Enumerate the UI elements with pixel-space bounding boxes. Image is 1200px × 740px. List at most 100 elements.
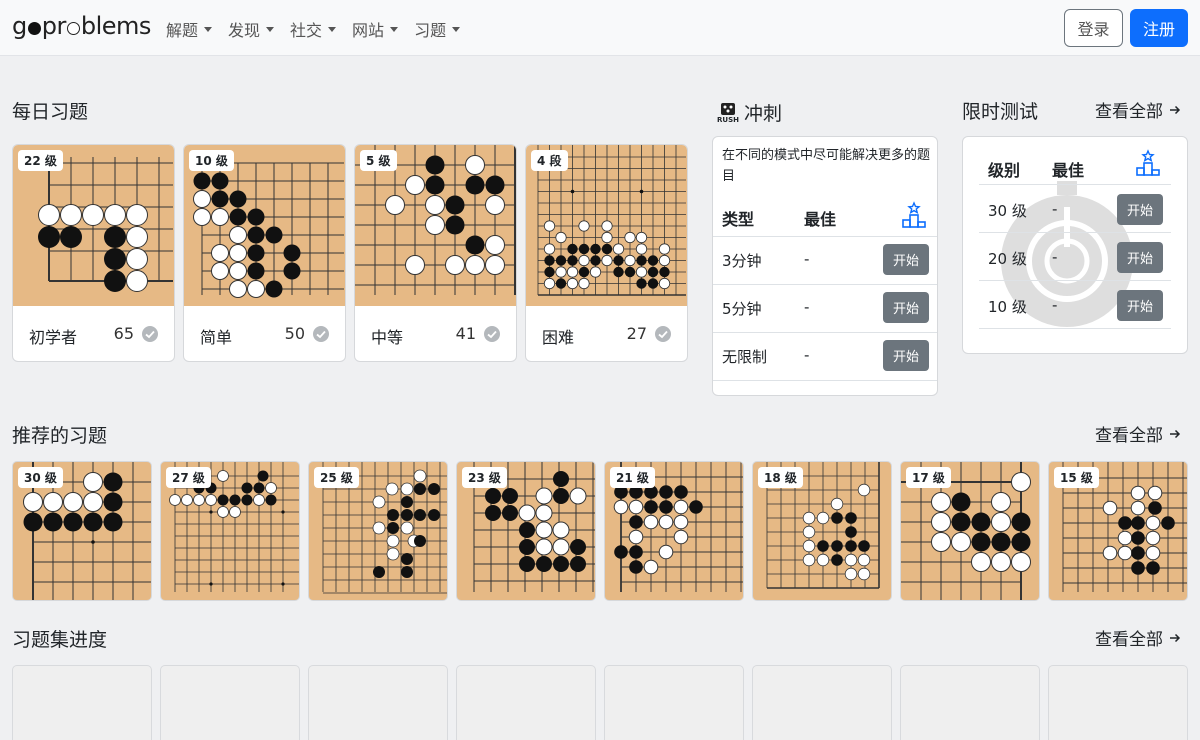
rush-type: 无限制	[722, 348, 768, 366]
rush-row: 3分钟 - 开始	[713, 237, 937, 285]
timed-table-header: 级别 最佳	[979, 149, 1171, 185]
arrow-right-icon	[1170, 429, 1181, 438]
recommended-problem-card[interactable]: 17 级	[900, 461, 1040, 601]
card-footer: 简单 50	[184, 306, 345, 361]
rush-start-button[interactable]: 开始	[883, 244, 929, 275]
view-all-label: 查看全部	[1095, 426, 1163, 446]
level-badge: 18 级	[758, 467, 803, 488]
problem-set-card[interactable]	[1048, 665, 1188, 740]
card-footer: 中等 41	[355, 306, 516, 361]
level-badge: 15 级	[1054, 467, 1099, 488]
level-badge: 17 级	[906, 467, 951, 488]
nav-label: 网站	[352, 21, 385, 40]
daily-card-beginner[interactable]: 22 级 初学者 65	[12, 144, 175, 362]
daily-card-medium[interactable]: 5 级 中等 41	[354, 144, 517, 362]
check-circle-icon	[655, 326, 671, 342]
problem-set-card[interactable]	[456, 665, 596, 740]
difficulty-name: 初学者	[29, 328, 78, 347]
rush-best: -	[804, 250, 810, 268]
nav-menu: 解题 发现 社交 网站 习题	[166, 17, 461, 41]
daily-card-hard[interactable]: 4 段 困难 27	[525, 144, 688, 362]
problem-count: 27	[626, 324, 647, 343]
timed-level: 20 级	[988, 250, 1027, 268]
rush-icon-label: RUSH	[717, 115, 739, 124]
logo-black-stone-icon	[27, 21, 41, 35]
timed-start-button[interactable]: 开始	[1117, 290, 1163, 321]
timed-view-all-link[interactable]: 查看全部	[1095, 97, 1181, 122]
podium-icon	[1134, 149, 1162, 181]
register-button[interactable]: 注册	[1130, 9, 1188, 47]
rush-row: 无限制 - 开始	[713, 333, 937, 381]
problem-set-card[interactable]	[604, 665, 744, 740]
logo-white-stone-icon	[66, 21, 80, 35]
logo-text-1: g	[12, 12, 27, 40]
rush-panel: 在不同的模式中尽可能解决更多的题目 类型 最佳 3分钟 - 开始 5分钟 - 开…	[712, 136, 938, 396]
timed-row: 30 级 - 开始	[979, 185, 1171, 233]
nav-item-solve[interactable]: 解题	[166, 17, 213, 41]
site-logo[interactable]: g pr blems	[12, 12, 151, 40]
nav-item-problems[interactable]: 习题	[414, 17, 461, 41]
problem-set-card[interactable]	[308, 665, 448, 740]
level-badge: 27 级	[166, 467, 211, 488]
check-circle-icon	[313, 326, 329, 342]
recommended-problem-card[interactable]: 27 级	[160, 461, 300, 601]
timed-start-button[interactable]: 开始	[1117, 242, 1163, 273]
rush-description: 在不同的模式中尽可能解决更多的题目	[722, 148, 931, 184]
sets-view-all-link[interactable]: 查看全部	[1095, 625, 1181, 650]
recommended-problem-card[interactable]: 15 级	[1048, 461, 1188, 601]
recommended-problem-card[interactable]: 23 级	[456, 461, 596, 601]
login-button[interactable]: 登录	[1064, 9, 1123, 47]
timed-section-title: 限时测试	[962, 101, 1039, 123]
podium-icon	[900, 201, 928, 233]
nav-label: 社交	[290, 21, 323, 40]
recommended-problem-card[interactable]: 18 级	[752, 461, 892, 601]
arrow-right-icon	[1170, 633, 1181, 642]
view-all-label: 查看全部	[1095, 630, 1163, 650]
recommended-problem-card[interactable]: 30 级	[12, 461, 152, 601]
caret-down-icon	[328, 26, 337, 32]
logo-text-2: pr	[41, 12, 67, 40]
rush-section-title: RUSH 冲刺	[717, 99, 782, 126]
daily-card-easy[interactable]: 10 级 简单 50	[183, 144, 346, 362]
level-badge: 22 级	[18, 150, 63, 171]
rush-type: 5分钟	[722, 300, 762, 318]
go-board: 10 级	[184, 145, 345, 306]
go-board: 4 段	[526, 145, 687, 306]
caret-down-icon	[266, 26, 275, 32]
arrow-right-icon	[1170, 105, 1181, 114]
timed-best: -	[1052, 248, 1058, 266]
col-best: 最佳	[1052, 161, 1085, 180]
rush-best: -	[804, 346, 810, 364]
problem-count: 50	[284, 324, 305, 343]
card-footer: 困难 27	[526, 306, 687, 361]
go-board: 5 级	[355, 145, 516, 306]
nav-label: 习题	[414, 21, 447, 40]
problem-set-card[interactable]	[900, 665, 1040, 740]
difficulty-name: 简单	[200, 328, 233, 347]
difficulty-name: 中等	[371, 328, 404, 347]
timed-panel: 级别 最佳 30 级 - 开始 20 级 - 开始 10 级 - 开始	[962, 136, 1188, 354]
problem-set-card[interactable]	[160, 665, 300, 740]
timed-table: 级别 最佳 30 级 - 开始 20 级 - 开始 10 级 - 开始	[963, 137, 1187, 353]
recommended-problem-card[interactable]: 21 级	[604, 461, 744, 601]
timed-row: 10 级 - 开始	[979, 281, 1171, 329]
rush-row: 5分钟 - 开始	[713, 285, 937, 333]
rush-best: -	[804, 298, 810, 316]
view-all-label: 查看全部	[1095, 102, 1163, 122]
nav-item-social[interactable]: 社交	[290, 17, 337, 41]
nav-label: 发现	[228, 21, 261, 40]
nav-item-discover[interactable]: 发现	[228, 17, 275, 41]
level-badge: 10 级	[189, 150, 234, 171]
recommended-view-all-link[interactable]: 查看全部	[1095, 421, 1181, 446]
col-best: 最佳	[804, 210, 837, 229]
rush-start-button[interactable]: 开始	[883, 292, 929, 323]
rush-start-button[interactable]: 开始	[883, 340, 929, 371]
problem-set-card[interactable]	[752, 665, 892, 740]
level-badge: 23 级	[462, 467, 507, 488]
daily-section-title: 每日习题	[12, 101, 89, 123]
caret-down-icon	[390, 26, 399, 32]
recommended-problem-card[interactable]: 25 级	[308, 461, 448, 601]
nav-item-site[interactable]: 网站	[352, 17, 399, 41]
timed-start-button[interactable]: 开始	[1117, 194, 1163, 225]
problem-set-card[interactable]	[12, 665, 152, 740]
